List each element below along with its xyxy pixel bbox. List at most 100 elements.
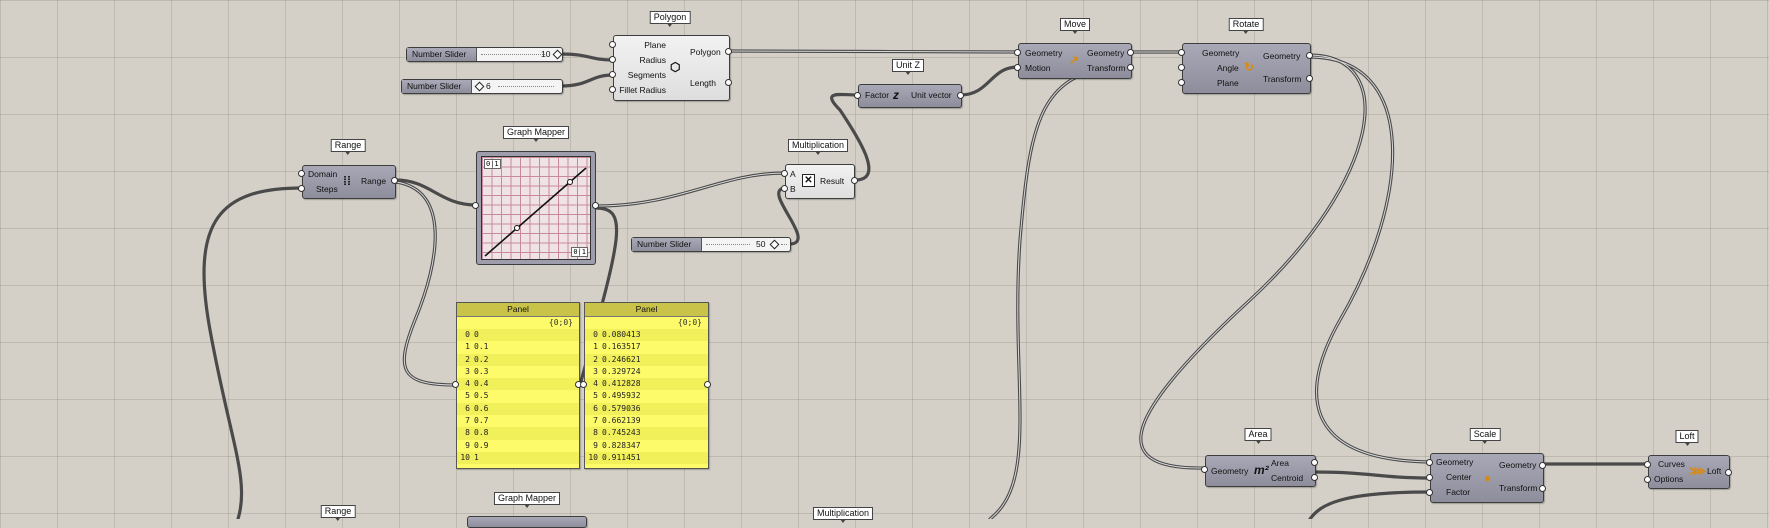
input-port[interactable] — [298, 185, 305, 192]
input-port[interactable] — [1426, 474, 1433, 481]
panel-row: 4 0.412828 — [585, 378, 708, 391]
graph-mapper2-component[interactable] — [467, 516, 587, 528]
slider-caption: Number Slider — [402, 80, 472, 93]
panel-row-value: 0.6 — [474, 403, 489, 413]
wire — [1139, 53, 1367, 470]
unit-z-icon: z — [893, 88, 899, 102]
input-port[interactable] — [580, 381, 587, 388]
number-slider-segments[interactable]: Number Slider 6 — [401, 79, 563, 94]
slider-knob[interactable] — [474, 81, 485, 92]
range-output-range: Range — [361, 176, 387, 186]
input-port[interactable] — [452, 381, 459, 388]
panel-row-value: 0.9 — [474, 440, 489, 450]
move-component[interactable]: Geometry Motion ↗ Geometry Transform — [1018, 43, 1132, 79]
graph-mapper-plot[interactable]: 0|1 0|1 — [481, 156, 591, 260]
output-port[interactable] — [704, 381, 711, 388]
output-port[interactable] — [592, 202, 599, 209]
scale-component[interactable]: Geometry Center Factor ● Geometry Transf… — [1430, 453, 1544, 503]
unitz-component[interactable]: Factor z Unit vector — [858, 84, 962, 108]
panel-row: 9 0.9 — [457, 440, 579, 452]
input-port[interactable] — [1426, 459, 1433, 466]
input-port[interactable] — [781, 170, 788, 177]
panel-range-values[interactable]: Panel {0;0} 0 0 1 0.1 2 0.2 3 0.3 4 0.4 5 0.5 6 0.6 7 0… — [456, 302, 580, 469]
output-port[interactable] — [1306, 52, 1313, 59]
input-port[interactable] — [609, 71, 616, 78]
panel-row-value: 0.828347 — [602, 440, 641, 450]
range-tag: Range — [330, 139, 366, 155]
panel-title: Panel — [457, 303, 579, 317]
number-slider-radius[interactable]: Number Slider 10 — [406, 47, 563, 62]
slider-track[interactable] — [781, 244, 787, 245]
output-port[interactable] — [1306, 75, 1313, 82]
wire — [1308, 490, 1432, 519]
output-port[interactable] — [1725, 469, 1732, 476]
input-port[interactable] — [781, 185, 788, 192]
range2-tag: Range — [320, 505, 356, 521]
panel-row-value: 0.080413 — [602, 330, 641, 339]
input-port[interactable] — [1014, 49, 1021, 56]
rotate-input-angle: Angle — [1217, 63, 1239, 73]
panel-row-value: 0.412828 — [602, 379, 641, 389]
slider-track[interactable] — [481, 54, 545, 55]
input-port[interactable] — [609, 56, 616, 63]
panel-row-value: 0.3 — [474, 366, 489, 376]
panel-row: 5 0.5 — [457, 390, 579, 402]
input-port[interactable] — [1014, 64, 1021, 71]
input-port[interactable] — [1426, 489, 1433, 496]
loft-tag: Loft — [1675, 430, 1699, 446]
area-component[interactable]: Geometry m² Area Centroid — [1205, 455, 1316, 487]
input-port[interactable] — [1644, 461, 1651, 468]
panel-row: 2 0.2 — [457, 353, 579, 366]
panel-row-index: 3 — [593, 366, 598, 376]
slider-caption: Number Slider — [632, 238, 702, 251]
polygon-component[interactable]: Plane Radius Segments Fillet Radius ⬡ Po… — [613, 35, 730, 101]
panel-row-value: 0.911451 — [602, 452, 641, 462]
slider-knob[interactable] — [769, 239, 780, 250]
output-port[interactable] — [1539, 485, 1546, 492]
panel-row-value: 0.579036 — [602, 403, 641, 413]
output-port[interactable] — [1311, 459, 1318, 466]
slider-knob[interactable] — [552, 49, 563, 60]
rotate-component[interactable]: Geometry Angle Plane ↻ Geometry Transfor… — [1182, 43, 1311, 94]
output-port[interactable] — [725, 79, 732, 86]
loft-component[interactable]: Curves Options ⋙ Loft — [1648, 455, 1730, 489]
panel-row-index: 6 — [593, 403, 598, 413]
output-port[interactable] — [851, 177, 858, 184]
slider-track[interactable] — [498, 86, 554, 87]
slider-value: 50 — [756, 239, 766, 249]
move-output-transform: Transform — [1087, 63, 1126, 73]
input-port[interactable] — [854, 92, 861, 99]
graph-mapper-component[interactable]: 0|1 0|1 — [476, 151, 596, 265]
number-slider-multiplier[interactable]: Number Slider 50 — [631, 237, 791, 252]
input-port[interactable] — [609, 41, 616, 48]
panel-row-value: 0.163517 — [602, 342, 641, 352]
graph-curve — [484, 167, 587, 257]
input-port[interactable] — [609, 86, 616, 93]
panel-mapped-values[interactable]: Panel {0;0} 0 0.080413 1 0.163517 2 0.246621 3… — [584, 302, 709, 469]
output-port[interactable] — [957, 92, 964, 99]
slider-track[interactable] — [706, 244, 750, 245]
input-port[interactable] — [298, 170, 305, 177]
multiplication-component[interactable]: A B ✕ Result — [785, 164, 855, 199]
panel-row-index: 4 — [593, 379, 598, 389]
panel-row-index: 4 — [465, 379, 470, 389]
output-port[interactable] — [1127, 49, 1134, 56]
wire — [594, 171, 787, 208]
input-port[interactable] — [1201, 466, 1208, 473]
panel-row: 3 0.329724 — [585, 366, 708, 378]
input-port[interactable] — [1178, 49, 1185, 56]
output-port[interactable] — [391, 177, 398, 184]
output-port[interactable] — [725, 48, 732, 55]
area-tag: Area — [1244, 428, 1272, 444]
output-port[interactable] — [1539, 462, 1546, 469]
range-component[interactable]: Domain Steps ⁞⁞ Range — [302, 165, 396, 199]
output-port[interactable] — [1311, 474, 1318, 481]
output-port[interactable] — [1127, 64, 1134, 71]
input-port[interactable] — [1644, 476, 1651, 483]
panel-row: 10 1 — [457, 451, 579, 465]
panel-row-value: 0.5 — [474, 391, 489, 401]
input-port[interactable] — [1178, 79, 1185, 86]
input-port[interactable] — [472, 202, 479, 209]
panel-row: 6 0.6 — [457, 402, 579, 416]
input-port[interactable] — [1178, 64, 1185, 71]
